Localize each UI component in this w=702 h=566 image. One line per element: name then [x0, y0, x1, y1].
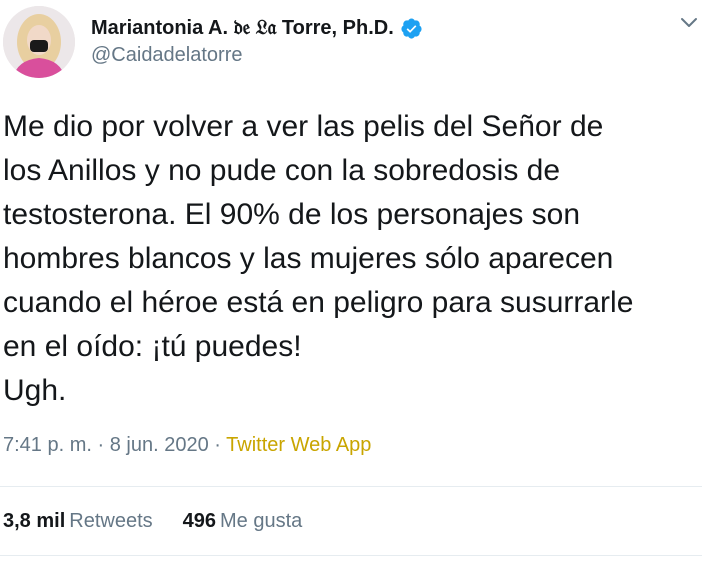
divider [0, 486, 702, 487]
tweet-card: Mariantonia A. 𝔡𝔢 𝔏𝔞 Torre, Ph.D. @Caida… [0, 0, 702, 566]
meta-separator: · [214, 434, 221, 456]
tweet-text-line: cuando el héroe está en peligro para sus… [3, 286, 634, 319]
tweet-time[interactable]: 7:41 p. m. [3, 434, 92, 456]
tweet-meta: 7:41 p. m. · 8 jun. 2020 · Twitter Web A… [3, 434, 371, 457]
tweet-text-line: Ugh. [3, 374, 67, 407]
tweet-text-line: hombres blancos y las mujeres sólo apare… [3, 242, 614, 275]
retweets-count: 3,8 mil [3, 510, 66, 532]
retweets-label: Retweets [69, 510, 153, 532]
tweet-text-line: Me dio por volver a ver las pelis del Se… [3, 110, 604, 143]
display-name[interactable]: Mariantonia A. 𝔡𝔢 𝔏𝔞 Torre, Ph.D. [91, 17, 394, 40]
avatar[interactable] [3, 6, 75, 78]
likes-stat[interactable]: 496 Me gusta [183, 510, 303, 533]
likes-label: Me gusta [220, 510, 303, 532]
verified-badge-icon [400, 17, 423, 40]
author-handle[interactable]: @Caidadelatorre [91, 44, 243, 67]
divider [0, 555, 702, 556]
tweet-stats: 3,8 mil Retweets 496 Me gusta [3, 510, 302, 533]
tweet-text-line: testosterona. El 90% de los personajes s… [3, 198, 581, 231]
author-name-line[interactable]: Mariantonia A. 𝔡𝔢 𝔏𝔞 Torre, Ph.D. [91, 14, 423, 42]
display-name-styled-text: 𝔡𝔢 𝔏𝔞 [233, 16, 277, 39]
retweets-stat[interactable]: 3,8 mil Retweets [3, 510, 153, 533]
avatar-image [3, 6, 75, 78]
tweet-text-line: en el oído: ¡tú puedes! [3, 330, 302, 363]
tweet-source-link[interactable]: Twitter Web App [226, 434, 371, 456]
display-name-text: Mariantonia A. [91, 16, 234, 39]
likes-count: 496 [182, 510, 217, 532]
tweet-text: Me dio por volver a ver las pelis del Se… [3, 105, 699, 413]
chevron-down-icon[interactable] [680, 14, 698, 32]
meta-separator: · [97, 434, 105, 456]
tweet-date[interactable]: 8 jun. 2020 [110, 434, 209, 456]
tweet-text-line: los Anillos y no pude con la sobredosis … [3, 154, 561, 187]
display-name-suffix: Torre, Ph.D. [276, 16, 394, 39]
